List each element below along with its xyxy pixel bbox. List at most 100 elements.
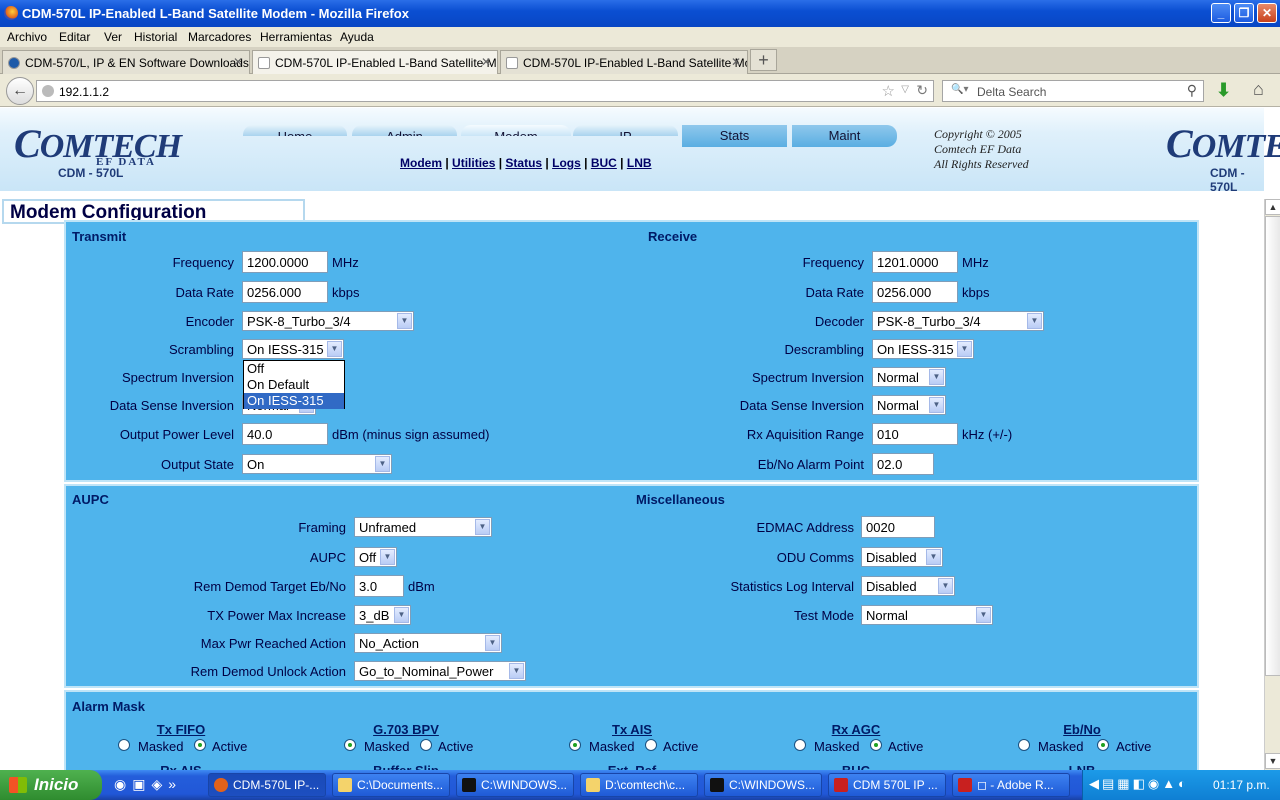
menu-ver[interactable]: Ver	[104, 30, 122, 44]
tx-power-input[interactable]: 40.0	[242, 423, 328, 445]
tx-frequency-input[interactable]: 1200.0000	[242, 251, 328, 273]
link-status[interactable]: Status	[505, 156, 542, 170]
nav-tab-stats[interactable]: Stats	[682, 125, 787, 147]
chevron-down-icon[interactable]: ▼	[475, 519, 490, 535]
nav-tab-ip[interactable]: IP	[573, 125, 678, 136]
rx-agc-active-radio[interactable]	[870, 739, 882, 751]
browser-tab-modem-2[interactable]: CDM-570L IP-Enabled L-Band Satellite Mo.…	[500, 50, 748, 74]
close-tab-icon[interactable]: ✕	[731, 55, 741, 69]
rx-frequency-input[interactable]: 1201.0000	[872, 251, 958, 273]
close-tab-icon[interactable]: ✕	[233, 55, 243, 69]
odu-comms-select[interactable]: Disabled ▼	[861, 547, 943, 567]
link-utilities[interactable]: Utilities	[452, 156, 495, 170]
chevron-down-icon[interactable]: ▼	[380, 549, 395, 565]
minimize-button[interactable]: _	[1211, 3, 1231, 23]
tray-icons[interactable]: ◀▤▦◧◉▲◐	[1089, 776, 1189, 792]
link-logs[interactable]: Logs	[552, 156, 581, 170]
chevron-down-icon[interactable]: ▼	[394, 607, 409, 623]
chevron-down-icon[interactable]: ▼	[938, 578, 953, 594]
tx-fifo-active-radio[interactable]	[194, 739, 206, 751]
aupc-select[interactable]: Off ▼	[354, 547, 397, 567]
chevron-down-icon[interactable]: ▼	[1027, 313, 1042, 329]
tx-encoder-select[interactable]: PSK-8_Turbo_3/4 ▼	[242, 311, 414, 331]
tx-fifo-masked-radio[interactable]	[118, 739, 130, 751]
ebno-active-radio[interactable]	[1097, 739, 1109, 751]
rx-acq-input[interactable]: 010	[872, 423, 958, 445]
rx-ebno-input[interactable]: 02.0	[872, 453, 934, 475]
new-tab-button[interactable]: +	[750, 49, 777, 71]
home-icon[interactable]: ⌂	[1253, 79, 1264, 100]
task-adobe-reader[interactable]: ◻ - Adobe R...	[952, 773, 1070, 797]
vertical-scrollbar[interactable]: ▲ ▼	[1264, 199, 1280, 770]
browser-tab-modem-active[interactable]: CDM-570L IP-Enabled L-Band Satellite Mo.…	[252, 50, 498, 74]
task-firefox[interactable]: CDM-570L IP-...	[208, 773, 326, 797]
menu-archivo[interactable]: Archivo	[7, 30, 47, 44]
ebno-masked-radio[interactable]	[1018, 739, 1030, 751]
option-on-iess-315[interactable]: On IESS-315	[244, 393, 344, 409]
g703-active-radio[interactable]	[420, 739, 432, 751]
task-documents[interactable]: C:\Documents...	[332, 773, 450, 797]
option-on-default[interactable]: On Default	[244, 377, 344, 393]
maximize-button[interactable]: ❐	[1234, 3, 1254, 23]
menu-ayuda[interactable]: Ayuda	[340, 30, 374, 44]
unlock-action-select[interactable]: Go_to_Nominal_Power ▼	[354, 661, 526, 681]
task-cmd-1[interactable]: C:\WINDOWS...	[456, 773, 574, 797]
url-bar[interactable]: 192.1.1.2 ☆ ▽ ↻	[36, 80, 934, 102]
task-cmd-2[interactable]: C:\WINDOWS...	[704, 773, 822, 797]
dropdown-arrow-icon[interactable]: ▽	[901, 84, 909, 95]
target-ebno-input[interactable]: 3.0	[354, 575, 404, 597]
scrollbar-thumb[interactable]	[1265, 216, 1280, 676]
close-tab-icon[interactable]: ✕	[481, 55, 491, 69]
rx-specinv-select[interactable]: Normal ▼	[872, 367, 946, 387]
tx-datarate-input[interactable]: 0256.000	[242, 281, 328, 303]
chevron-down-icon[interactable]: ▼	[957, 341, 972, 357]
link-lnb[interactable]: LNB	[627, 156, 652, 170]
link-modem[interactable]: Modem	[400, 156, 442, 170]
tx-ais-masked-radio[interactable]	[569, 739, 581, 751]
quick-launch-icons[interactable]: ◉▣◈»	[114, 776, 182, 793]
scrambling-dropdown[interactable]: Off On Default On IESS-315	[243, 360, 345, 409]
max-pwr-action-select[interactable]: No_Action ▼	[354, 633, 502, 653]
framing-select[interactable]: Unframed ▼	[354, 517, 492, 537]
search-icon[interactable]: ⚲	[1187, 82, 1197, 99]
chevron-down-icon[interactable]: ▼	[485, 635, 500, 651]
reload-icon[interactable]: ↻	[916, 82, 928, 99]
chevron-down-icon[interactable]: ▼	[375, 456, 390, 472]
nav-tab-admin[interactable]: Admin	[352, 125, 457, 136]
chevron-down-icon[interactable]: ▼	[926, 549, 941, 565]
close-button[interactable]: ✕	[1257, 3, 1277, 23]
scroll-up-icon[interactable]: ▲	[1265, 199, 1280, 215]
star-icon[interactable]: ☆	[882, 82, 895, 100]
search-box[interactable]: 🔍▾ Delta Search ⚲	[942, 80, 1204, 102]
chevron-down-icon[interactable]: ▼	[397, 313, 412, 329]
menu-marcadores[interactable]: Marcadores	[188, 30, 251, 44]
g703-masked-radio[interactable]	[344, 739, 356, 751]
rx-datarate-input[interactable]: 0256.000	[872, 281, 958, 303]
chevron-down-icon[interactable]: ▼	[976, 607, 991, 623]
scroll-down-icon[interactable]: ▼	[1265, 753, 1280, 769]
search-engine-icon[interactable]: 🔍▾	[951, 84, 968, 95]
stat-log-select[interactable]: Disabled ▼	[861, 576, 955, 596]
option-off[interactable]: Off	[244, 361, 344, 377]
browser-tab-downloads[interactable]: CDM-570/L, IP & EN Software Downloads...…	[2, 50, 250, 74]
rx-descrambling-select[interactable]: On IESS-315 ▼	[872, 339, 974, 359]
chevron-down-icon[interactable]: ▼	[929, 369, 944, 385]
rx-agc-masked-radio[interactable]	[794, 739, 806, 751]
task-comtech-folder[interactable]: D:\comtech\c...	[580, 773, 698, 797]
task-pdf[interactable]: CDM 570L IP ...	[828, 773, 946, 797]
chevron-down-icon[interactable]: ▼	[929, 397, 944, 413]
rx-datasense-select[interactable]: Normal ▼	[872, 395, 946, 415]
back-arrow-icon[interactable]: ←	[6, 77, 34, 105]
start-button[interactable]: Inicio	[0, 770, 102, 800]
max-increase-select[interactable]: 3_dB ▼	[354, 605, 411, 625]
nav-tab-maint[interactable]: Maint	[792, 125, 897, 147]
download-arrow-icon[interactable]: ⬇	[1216, 80, 1231, 101]
rx-decoder-select[interactable]: PSK-8_Turbo_3/4 ▼	[872, 311, 1044, 331]
nav-tab-modem[interactable]: Modem	[461, 125, 571, 136]
tx-scrambling-select[interactable]: On IESS-315 ▼	[242, 339, 344, 359]
link-buc[interactable]: BUC	[591, 156, 617, 170]
chevron-down-icon[interactable]: ▼	[509, 663, 524, 679]
nav-tab-home[interactable]: Home	[243, 125, 347, 136]
menu-editar[interactable]: Editar	[59, 30, 90, 44]
menu-herramientas[interactable]: Herramientas	[260, 30, 332, 44]
